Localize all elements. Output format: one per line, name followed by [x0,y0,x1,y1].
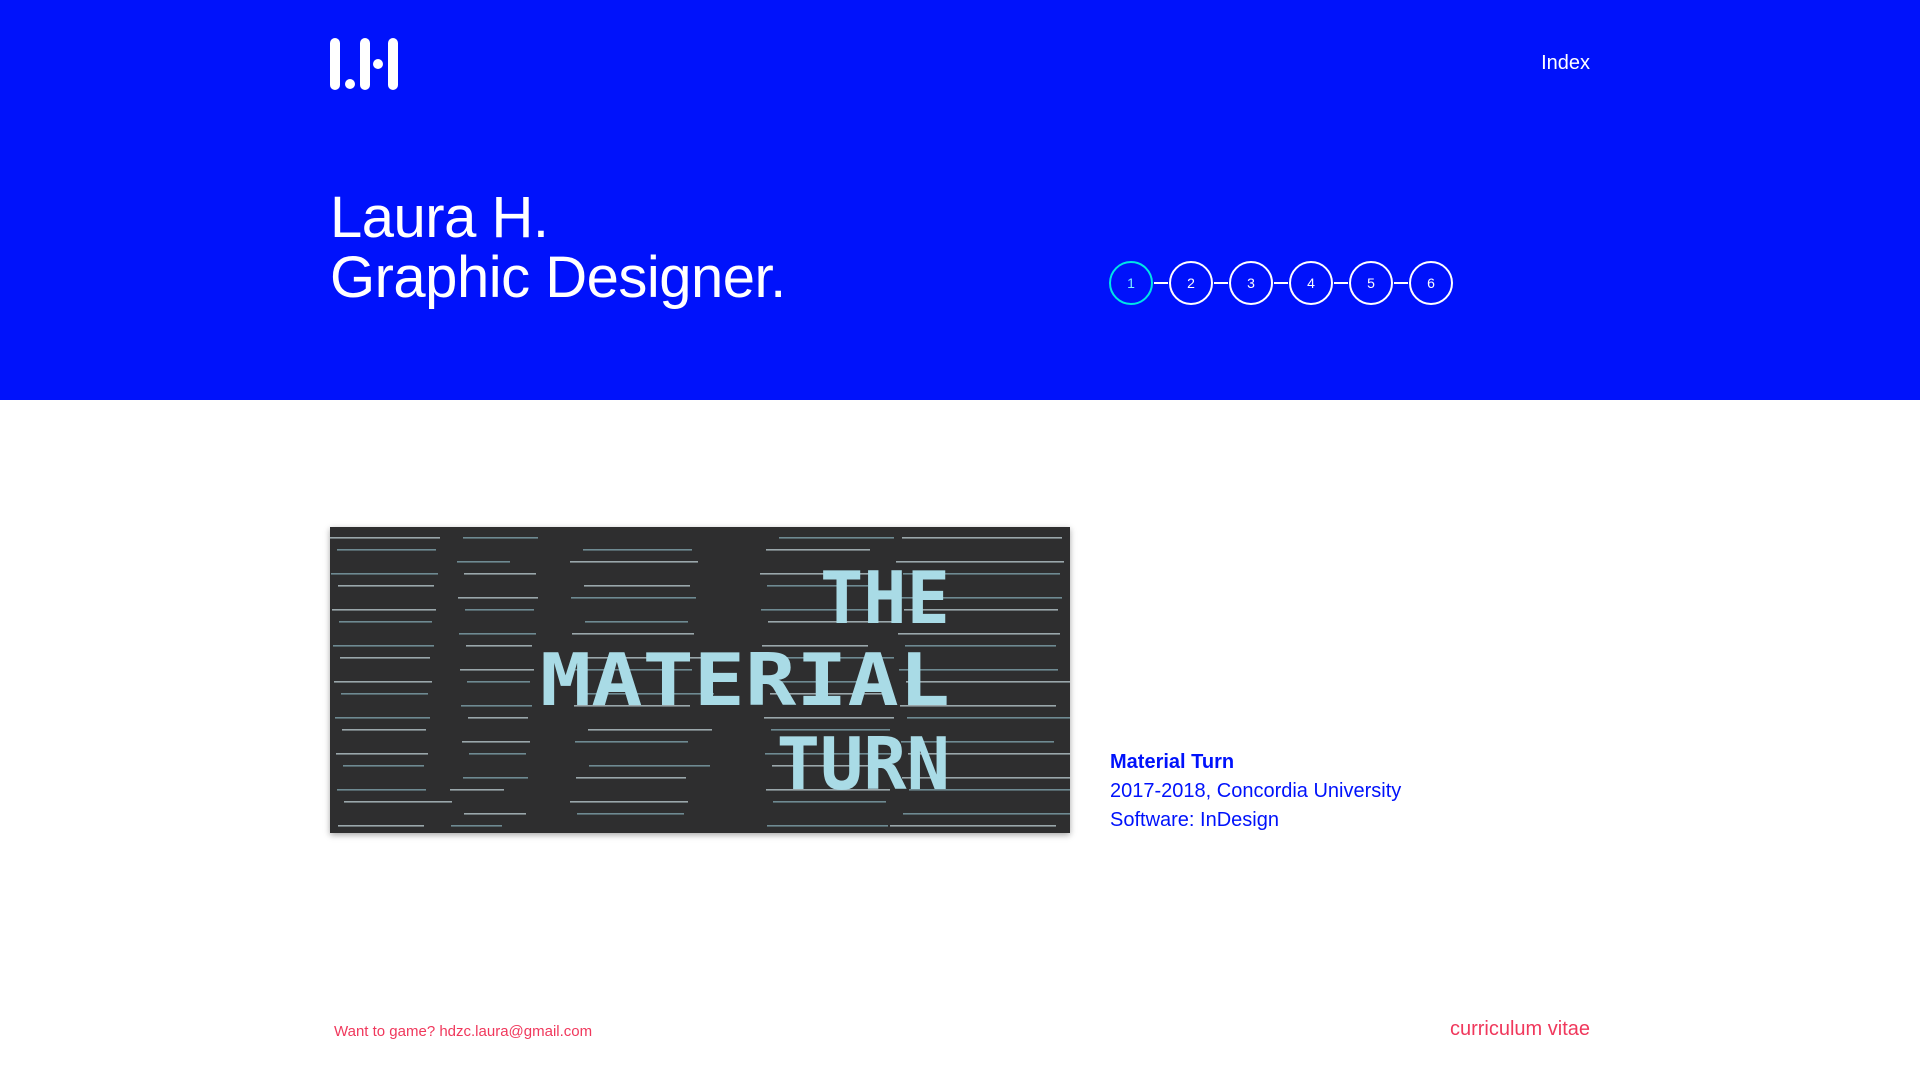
artwork-word-turn: TURN [777,722,950,806]
artwork-stripe [461,705,532,707]
artwork-stripe [767,825,888,827]
project-name: Material Turn [1110,751,1235,773]
artwork-stripe [902,537,1062,539]
artwork-stripe [464,813,526,815]
artwork-stripe [342,729,426,731]
artwork-stripe [334,681,432,683]
artwork-stripe [335,717,430,719]
step-6[interactable]: 6 [1409,261,1453,305]
artwork-stripe [584,585,690,587]
artwork-stripe [459,633,536,635]
step-connector [1334,282,1348,284]
artwork-stripe [343,765,424,767]
artwork-stripe [585,621,688,623]
artwork-stripe [468,717,528,719]
artwork-stripe [779,537,894,539]
artwork-stripe [330,537,440,539]
artwork-stripe [463,537,538,539]
artwork-stripe [331,573,438,575]
artwork-stripe [903,813,1070,815]
artwork-stripe [451,825,502,827]
artwork-stripe [571,597,696,599]
artwork-stripe [341,693,428,695]
artwork-stripe [344,801,452,803]
cv-link[interactable]: curriculum vitae [1450,1018,1590,1041]
artwork-stripe [450,789,504,791]
artwork-stripe [766,549,870,551]
step-1[interactable]: 1 [1109,261,1153,305]
step-5[interactable]: 5 [1349,261,1393,305]
artwork-stripe [457,561,510,563]
artwork-stripe [465,609,534,611]
project-image[interactable]: THE MATERIAL TURN [330,527,1070,833]
artwork-stripe [588,729,712,731]
logo-icon[interactable] [330,38,400,90]
artwork-stripe [577,813,684,815]
artwork-stripe [337,789,426,791]
artwork-stripe [570,561,698,563]
artwork-stripe [463,777,528,779]
project-stepper: 1 2 3 4 5 6 [1109,261,1453,305]
artwork-stripe [337,549,436,551]
artwork-stripe [575,741,688,743]
step-connector [1394,282,1408,284]
step-connector [1274,282,1288,284]
project-date-place: 2017-2018, Concordia University [1110,780,1402,802]
step-connector [1154,282,1168,284]
artwork-stripe [890,825,1056,827]
artwork-stripe [572,633,694,635]
artwork-word-the: THE [820,556,950,640]
step-2[interactable]: 2 [1169,261,1213,305]
project-details: Material Turn 2017-2018, Concordia Unive… [1110,748,1401,835]
artwork-graphic: THE MATERIAL TURN [330,527,1070,833]
artwork-stripe [469,753,526,755]
artwork-stripe [467,681,530,683]
artwork-word-material: MATERIAL [540,638,950,722]
artwork-stripe [570,801,688,803]
index-link[interactable]: Index [1541,52,1590,75]
artwork-stripe [340,657,430,659]
hero-header: Index Laura H. Graphic Designer. 1 2 3 4… [0,0,1920,400]
step-connector [1214,282,1228,284]
artwork-stripe [589,765,710,767]
artwork-stripe [464,573,536,575]
project-software: Software: InDesign [1110,809,1279,831]
artwork-stripe [336,753,428,755]
artwork-stripe [333,645,434,647]
artwork-stripe [576,777,686,779]
contact-email-link[interactable]: Want to game? hdzc.laura@gmail.com [334,1023,592,1040]
artwork-stripe [332,609,436,611]
page-title: Laura H. Graphic Designer. [330,188,786,308]
title-line-name: Laura H. [330,185,549,250]
artwork-stripe [466,645,532,647]
step-4[interactable]: 4 [1289,261,1333,305]
step-3[interactable]: 3 [1229,261,1273,305]
artwork-stripe [460,669,534,671]
artwork-stripe [338,585,434,587]
artwork-stripe [458,597,538,599]
title-line-role: Graphic Designer. [330,245,786,310]
artwork-stripe [583,549,692,551]
artwork-stripe [339,621,432,623]
artwork-stripe [462,741,530,743]
artwork-stripe [338,825,424,827]
